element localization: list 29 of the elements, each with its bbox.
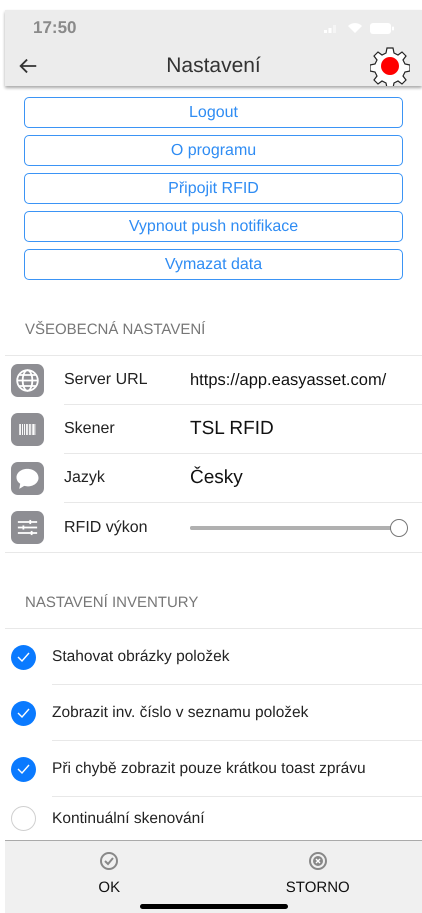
cancel-button[interactable]: STORNO: [214, 841, 422, 900]
option-label: Kontinuální skenování: [52, 808, 205, 829]
option-row[interactable]: Stahovat obrázky položek: [5, 629, 422, 685]
globe-icon: [11, 364, 44, 397]
speech-bubble-icon: [11, 462, 44, 495]
ok-button[interactable]: OK: [5, 841, 214, 900]
option-label: Stahovat obrázky položek: [52, 646, 230, 667]
barcode-icon: [11, 413, 44, 446]
check-circle-icon: [99, 851, 120, 871]
sliders-icon: [11, 511, 44, 544]
status-time: 17:50: [33, 17, 76, 40]
option-label: Zobrazit inv. číslo v seznamu položek: [52, 702, 308, 723]
section-header: NASTAVENÍ INVENTURY: [25, 594, 198, 611]
setting-value[interactable]: https://app.easyasset.com/: [190, 368, 386, 392]
setting-label: Skener: [64, 419, 116, 439]
gear-icon[interactable]: [370, 46, 410, 86]
option-label: Při chybě zobrazit pouze krátkou toast zprávu: [52, 758, 366, 779]
option-row[interactable]: Kontinuální skenování: [5, 797, 422, 840]
option-row[interactable]: Při chybě zobrazit pouze krátkou toast zprávu: [5, 741, 422, 797]
page-title: Nastavení: [166, 53, 261, 80]
setting-label: RFID výkon: [64, 518, 149, 538]
section-header: VŠEOBECNÁ NASTAVENÍ: [25, 321, 206, 338]
setting-value[interactable]: TSL RFID: [190, 414, 274, 444]
power-slider[interactable]: [190, 518, 408, 538]
setting-value[interactable]: Česky: [190, 464, 243, 492]
setting-label: Jazyk: [64, 468, 106, 488]
cancel-circle-icon: [308, 851, 328, 871]
setting-label: Server URL: [64, 370, 149, 390]
option-row[interactable]: Zobrazit inv. číslo v seznamu položek: [5, 685, 422, 741]
